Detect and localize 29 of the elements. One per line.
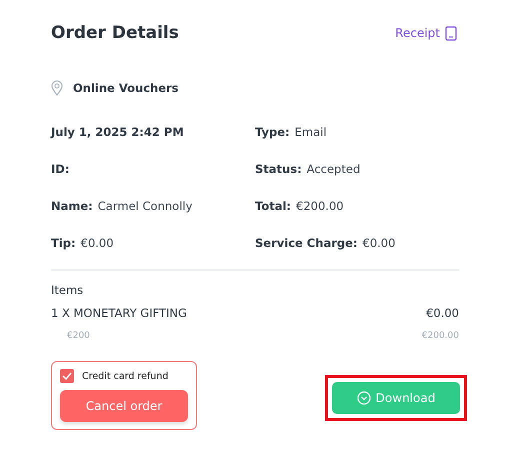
- detail-value: €0.00: [362, 236, 396, 250]
- detail-label: Total:: [255, 199, 292, 213]
- detail-label: Name:: [51, 199, 93, 213]
- receipt-link[interactable]: Receipt: [395, 26, 457, 40]
- detail-label: Status:: [255, 162, 302, 176]
- unit-price: €200: [67, 331, 90, 341]
- detail-value: Accepted: [306, 162, 360, 176]
- detail-value: Email: [294, 125, 327, 139]
- detail-value: €0.00: [80, 236, 114, 250]
- page-title: Order Details: [51, 23, 179, 43]
- download-icon: [356, 391, 371, 405]
- refund-checkbox[interactable]: [60, 369, 74, 383]
- refund-label: Credit card refund: [82, 370, 168, 382]
- location-pin-icon: [51, 80, 63, 96]
- detail-label: Tip:: [51, 236, 76, 250]
- detail-label: Service Charge:: [255, 236, 358, 250]
- items-heading: Items: [51, 283, 84, 297]
- detail-value: July 1, 2025 2:42 PM: [51, 125, 184, 139]
- detail-label: ID:: [51, 162, 70, 176]
- item-price: €0.00: [426, 306, 459, 320]
- item-subtotal: €200.00: [422, 331, 459, 341]
- download-button[interactable]: Download: [332, 382, 460, 414]
- detail-value: Carmel Connolly: [98, 199, 192, 213]
- detail-value: €200.00: [296, 199, 344, 213]
- receipt-icon: [445, 26, 457, 40]
- location-name: Online Vouchers: [73, 81, 179, 95]
- cancel-order-button[interactable]: Cancel order: [60, 390, 188, 422]
- item-name: 1 X MONETARY GIFTING: [51, 306, 187, 320]
- detail-label: Type:: [255, 125, 290, 139]
